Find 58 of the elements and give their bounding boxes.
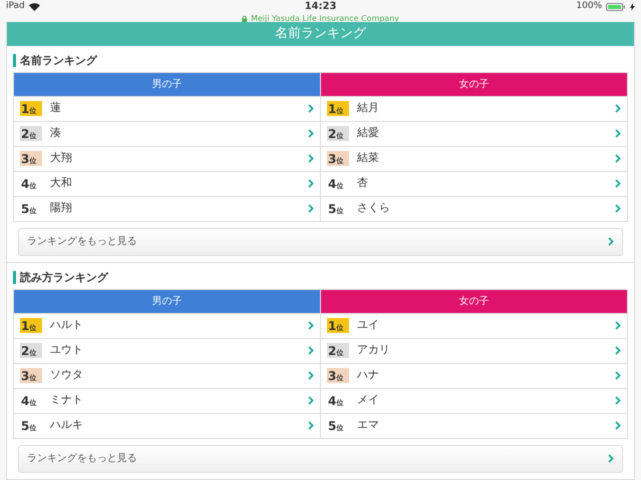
- chevron-icon: [615, 421, 621, 430]
- wifi-icon: [28, 2, 40, 10]
- chevron-icon: [308, 421, 314, 430]
- lock-icon: [242, 16, 247, 22]
- name-text: 結菜: [357, 150, 379, 166]
- name-text: 蓮: [50, 100, 61, 116]
- name-text: 大翔: [50, 150, 72, 166]
- name-text: ユイ: [357, 317, 379, 334]
- chevron-icon: [308, 179, 314, 188]
- chevron-icon: [615, 204, 621, 213]
- chevron-icon: [615, 179, 621, 188]
- chevron-icon: [615, 104, 621, 113]
- section-title: 名前ランキング: [13, 54, 634, 66]
- name-text: ミナト: [50, 392, 83, 408]
- chevron-icon: [308, 346, 314, 355]
- name-text: メイ: [357, 392, 379, 408]
- name-text: 大和: [50, 175, 72, 192]
- chevron-icon: [308, 204, 314, 213]
- chevron-icon: [308, 371, 314, 380]
- name-text: ハルキ: [50, 417, 83, 434]
- name-text: さくら: [357, 200, 390, 216]
- column-header: 女の子: [321, 290, 627, 312]
- battery-icon: [606, 2, 626, 10]
- section-title: 読み方ランキング: [13, 270, 634, 284]
- name-text: 湊: [50, 125, 61, 142]
- name-text: ソウタ: [50, 367, 83, 384]
- chevron-icon: [615, 371, 621, 380]
- chevron-icon: [308, 396, 314, 405]
- page-title-bar: 名前ランキング: [7, 22, 634, 46]
- device-name: iPad: [6, 0, 25, 13]
- name-text: 結月: [357, 100, 379, 116]
- chevron-icon: [308, 321, 314, 330]
- chevron-icon: [615, 346, 621, 355]
- chevron-icon: [608, 454, 614, 463]
- name-text: ハルト: [50, 317, 83, 334]
- chevron-icon: [615, 154, 621, 163]
- chevron-icon: [308, 104, 314, 113]
- name-text: ハナ: [357, 367, 379, 384]
- name-text: 結愛: [357, 125, 379, 142]
- column-header: 男の子: [14, 72, 320, 96]
- battery-percentage: 100%: [576, 0, 602, 13]
- chevron-icon: [615, 396, 621, 405]
- column-header: 女の子: [321, 72, 627, 96]
- more-ranking-button[interactable]: ランキングをもっと見る: [18, 444, 623, 472]
- clock-time: 14:23: [304, 0, 336, 14]
- chevron-icon: [615, 321, 621, 330]
- name-text: 陽翔: [50, 200, 72, 216]
- chevron-icon: [608, 237, 614, 246]
- name-text: ユウト: [50, 342, 83, 358]
- more-ranking-button[interactable]: ランキングをもっと見る: [18, 228, 623, 256]
- name-text: エマ: [357, 417, 379, 434]
- charging-bolt-icon: [630, 2, 635, 10]
- chevron-icon: [308, 154, 314, 163]
- chevron-icon: [615, 129, 621, 138]
- chevron-icon: [308, 129, 314, 138]
- name-text: 杏: [357, 175, 368, 192]
- column-header: 男の子: [14, 290, 320, 312]
- name-text: アカリ: [357, 342, 390, 358]
